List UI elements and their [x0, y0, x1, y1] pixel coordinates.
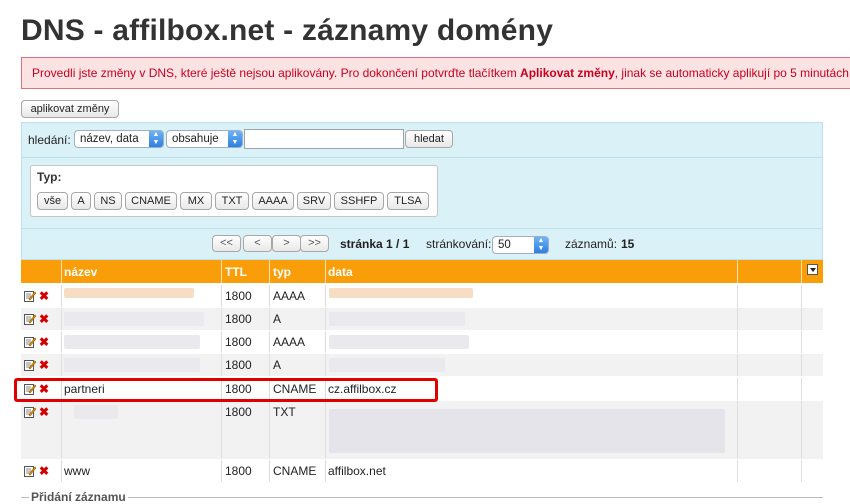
- row-type: A: [273, 358, 282, 372]
- edit-icon[interactable]: [24, 359, 36, 371]
- row-type: A: [273, 312, 282, 326]
- search-row: hledání: název, data ▲ ▼ obsahuje ▲ ▼ hled…: [22, 123, 822, 158]
- delete-icon[interactable]: ✖: [39, 358, 49, 372]
- row-data: affilbox.net: [328, 464, 386, 478]
- type-button-aaaa[interactable]: AAAA: [252, 192, 294, 210]
- header-data[interactable]: data: [328, 265, 353, 279]
- row-type: CNAME: [273, 464, 317, 478]
- type-button-txt[interactable]: TXT: [215, 192, 249, 210]
- record-count-value: 15: [621, 237, 635, 251]
- table-row[interactable]: ✖ 1800 A: [21, 308, 823, 330]
- search-operator-value: obsahuje: [172, 133, 219, 145]
- type-legend: Typ:: [37, 170, 62, 184]
- delete-icon[interactable]: ✖: [39, 312, 49, 326]
- row-type: AAAA: [273, 289, 306, 303]
- row-ttl: 1800: [225, 358, 252, 372]
- table-header: název TTL typ data: [21, 260, 823, 283]
- record-count-label: záznamů:: [565, 237, 618, 251]
- type-button-sshfp[interactable]: SSHFP: [334, 192, 384, 210]
- row-ttl: 1800: [225, 289, 252, 303]
- type-button-all[interactable]: vše: [37, 192, 68, 210]
- search-operator-select[interactable]: obsahuje ▲ ▼: [166, 130, 243, 148]
- edit-icon[interactable]: [24, 465, 36, 477]
- table-row[interactable]: ✖ 1800 AAAA: [21, 285, 823, 307]
- pager-row: << < > >> stránka 1 / 1 stránkování: 50 …: [22, 228, 822, 261]
- edit-icon[interactable]: [24, 313, 36, 325]
- type-button-tlsa[interactable]: TLSA: [387, 192, 429, 210]
- pending-changes-alert: Provedli jste změny v DNS, které ještě n…: [21, 57, 850, 89]
- delete-icon[interactable]: ✖: [39, 405, 49, 419]
- per-page-select[interactable]: 50 ▲ ▼: [492, 236, 549, 254]
- apply-changes-button[interactable]: aplikovat změny: [21, 100, 119, 118]
- alert-action-name: Aplikovat změny: [520, 66, 615, 80]
- page-indicator: stránka 1 / 1: [340, 237, 410, 251]
- edit-icon[interactable]: [24, 406, 36, 418]
- search-label: hledání:: [28, 133, 71, 147]
- page-title: DNS - affilbox.net - záznamy domény: [21, 14, 554, 47]
- delete-icon[interactable]: ✖: [39, 289, 49, 303]
- row-ttl: 1800: [225, 312, 252, 326]
- edit-icon[interactable]: [24, 290, 36, 302]
- table-row[interactable]: ✖ 1800 A: [21, 354, 823, 376]
- table-row[interactable]: ✖ 1800 AAAA: [21, 331, 823, 353]
- type-button-ns[interactable]: NS: [94, 192, 122, 210]
- delete-icon[interactable]: ✖: [39, 464, 49, 478]
- filter-panel: hledání: název, data ▲ ▼ obsahuje ▲ ▼ hled…: [21, 122, 823, 260]
- search-field-select[interactable]: název, data ▲ ▼: [74, 130, 164, 148]
- type-button-a[interactable]: A: [71, 192, 91, 210]
- per-page-label: stránkování:: [426, 237, 492, 251]
- row-ttl: 1800: [225, 335, 252, 349]
- edit-icon[interactable]: [24, 336, 36, 348]
- row-ttl: 1800: [225, 464, 252, 478]
- type-button-cname[interactable]: CNAME: [125, 192, 177, 210]
- select-arrows-icon: ▲ ▼: [149, 131, 163, 147]
- pager-prev-button[interactable]: <: [243, 235, 272, 252]
- type-filter-box: Typ: vše A NS CNAME MX TXT AAAA SRV SSHF…: [30, 165, 438, 217]
- pager-last-button[interactable]: >>: [300, 235, 329, 252]
- table-row[interactable]: ✖ 1800 TXT: [21, 401, 823, 459]
- header-type[interactable]: typ: [273, 265, 291, 279]
- per-page-value: 50: [498, 239, 511, 251]
- select-arrows-icon: ▲ ▼: [534, 237, 548, 253]
- type-button-srv[interactable]: SRV: [297, 192, 331, 210]
- row-type: TXT: [273, 405, 296, 419]
- type-button-mx[interactable]: MX: [180, 192, 212, 210]
- select-arrows-icon: ▲ ▼: [228, 131, 242, 147]
- alert-text-before: Provedli jste změny v DNS, které ještě n…: [32, 66, 521, 80]
- header-ttl[interactable]: TTL: [225, 265, 247, 279]
- pager-next-button[interactable]: >: [272, 235, 301, 252]
- search-button[interactable]: hledat: [405, 130, 453, 148]
- row-type: AAAA: [273, 335, 306, 349]
- alert-text-after: , jinak se automaticky aplikují po 5 min…: [614, 66, 850, 80]
- highlight-box: [14, 378, 438, 402]
- table-row[interactable]: ✖ www 1800 CNAME affilbox.net: [21, 460, 823, 482]
- search-field-value: název, data: [80, 133, 139, 145]
- row-name: www: [64, 464, 90, 478]
- pager-first-button[interactable]: <<: [212, 235, 241, 252]
- column-menu-icon[interactable]: [807, 264, 818, 275]
- add-record-section: Přidání záznamu: [21, 490, 823, 504]
- search-input[interactable]: [244, 129, 404, 149]
- row-ttl: 1800: [225, 405, 252, 419]
- header-name[interactable]: název: [64, 265, 97, 279]
- delete-icon[interactable]: ✖: [39, 335, 49, 349]
